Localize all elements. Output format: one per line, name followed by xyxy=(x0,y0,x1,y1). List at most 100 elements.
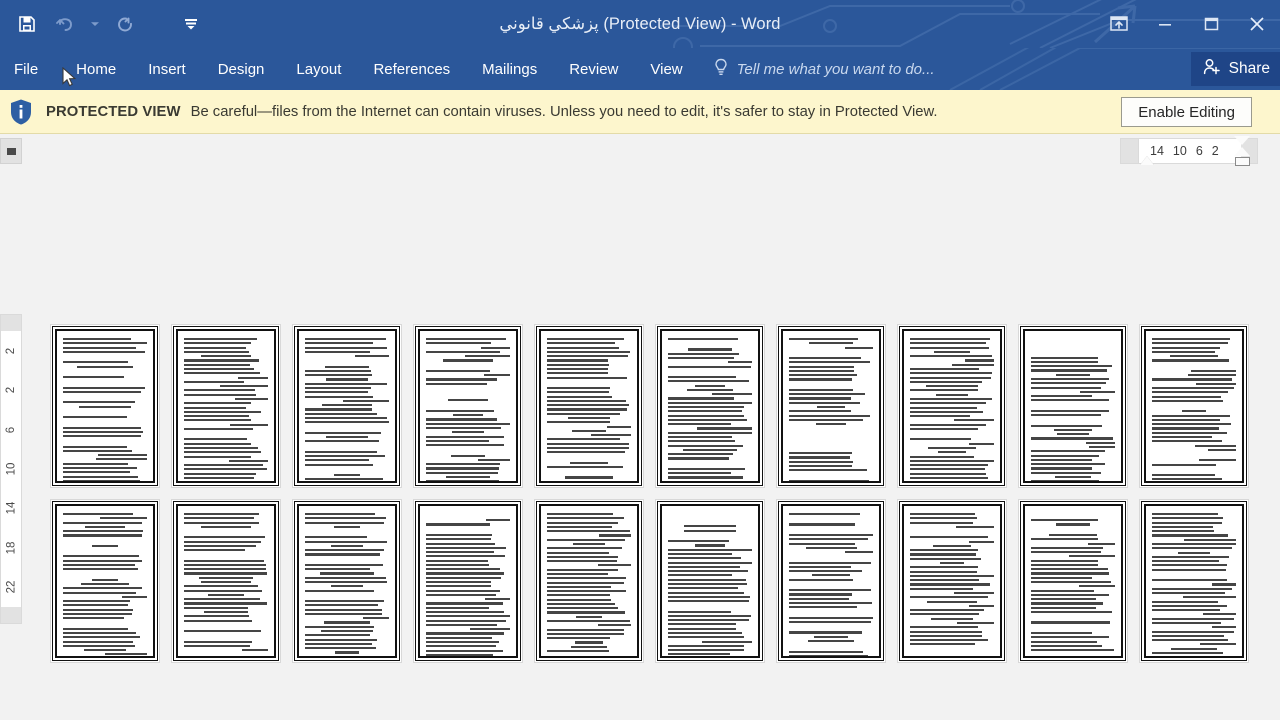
page-thumbnail[interactable] xyxy=(292,499,402,663)
text-line xyxy=(1152,587,1232,590)
text-line xyxy=(1152,530,1215,533)
page-thumbnail[interactable] xyxy=(1139,324,1249,488)
text-line xyxy=(910,587,974,590)
text-line xyxy=(1031,572,1109,575)
page-thumbnail[interactable] xyxy=(171,499,281,663)
text-line xyxy=(910,513,975,516)
text-line xyxy=(184,380,245,383)
text-line xyxy=(547,628,625,631)
tab-insert[interactable]: Insert xyxy=(132,48,202,90)
page-text-lines xyxy=(910,336,994,479)
redo-icon[interactable] xyxy=(106,5,144,43)
text-line xyxy=(910,432,994,436)
share-button[interactable]: Share xyxy=(1190,52,1280,86)
tab-layout[interactable]: Layout xyxy=(280,48,357,90)
document-workspace[interactable]: 14 10 6 2 2 2 6 10 14 18 22 xyxy=(0,134,1280,720)
page-thumbnail[interactable] xyxy=(1139,499,1249,663)
text-line xyxy=(1031,360,1099,363)
page-thumbnail[interactable] xyxy=(776,324,886,488)
text-line xyxy=(208,593,244,596)
text-line xyxy=(63,361,129,364)
text-line xyxy=(668,406,744,409)
text-line xyxy=(426,435,505,438)
text-line xyxy=(910,613,979,616)
text-line xyxy=(811,574,851,577)
text-line xyxy=(305,513,375,516)
left-indent-marker[interactable] xyxy=(1140,156,1154,165)
text-line xyxy=(668,570,749,573)
text-line xyxy=(547,342,616,345)
tell-me-search[interactable]: Tell me what you want to do... xyxy=(699,48,935,90)
close-icon[interactable] xyxy=(1234,4,1280,44)
page-thumbnail[interactable] xyxy=(534,324,644,488)
page-thumbnail[interactable] xyxy=(50,499,160,663)
text-line xyxy=(1031,598,1096,601)
page-thumbnail[interactable] xyxy=(1018,324,1128,488)
enable-editing-button[interactable]: Enable Editing xyxy=(1121,97,1252,127)
page-thumbnail[interactable] xyxy=(292,324,402,488)
text-line xyxy=(305,338,387,341)
save-icon[interactable] xyxy=(8,5,46,43)
text-line xyxy=(668,365,751,368)
page-thumbnail[interactable] xyxy=(776,499,886,663)
undo-icon[interactable] xyxy=(46,5,84,43)
text-line xyxy=(305,463,374,466)
text-line xyxy=(184,540,262,543)
quick-access-toolbar[interactable] xyxy=(0,0,210,48)
text-line xyxy=(1031,626,1115,630)
tab-review[interactable]: Review xyxy=(553,48,634,90)
page-thumbnail-grid[interactable] xyxy=(50,324,1249,663)
page-thumbnail[interactable] xyxy=(897,499,1007,663)
hanging-indent-marker[interactable] xyxy=(1234,147,1250,156)
text-line xyxy=(1031,581,1112,584)
text-line xyxy=(547,555,619,558)
page-content xyxy=(1020,501,1126,661)
undo-dropdown-icon[interactable] xyxy=(84,5,106,43)
window-controls[interactable] xyxy=(1096,0,1280,48)
text-line xyxy=(1031,631,1093,635)
text-line xyxy=(1031,568,1109,571)
tab-view[interactable]: View xyxy=(634,48,698,90)
page-thumbnail[interactable] xyxy=(534,499,644,663)
text-line xyxy=(789,616,873,619)
page-thumbnail[interactable] xyxy=(655,324,765,488)
right-indent-markers[interactable] xyxy=(1234,136,1250,166)
text-line xyxy=(910,438,971,441)
restore-icon[interactable] xyxy=(1188,4,1234,44)
page-content xyxy=(536,326,642,486)
ribbon-display-options-icon[interactable] xyxy=(1096,4,1142,44)
text-line xyxy=(63,621,147,625)
tab-stop-selector[interactable] xyxy=(0,138,22,164)
page-content xyxy=(1020,326,1126,486)
text-line xyxy=(486,519,510,522)
text-line xyxy=(95,458,147,461)
text-line xyxy=(92,544,118,547)
text-line xyxy=(910,574,994,577)
page-thumbnail[interactable] xyxy=(1018,499,1128,663)
page-thumbnail[interactable] xyxy=(171,324,281,488)
text-line xyxy=(1031,653,1115,656)
first-line-indent-marker[interactable] xyxy=(1234,136,1250,145)
text-line xyxy=(63,395,147,399)
text-line xyxy=(63,608,133,611)
tab-file[interactable]: File xyxy=(0,48,60,90)
tab-mailings[interactable]: Mailings xyxy=(466,48,553,90)
text-line xyxy=(910,380,982,383)
vertical-ruler[interactable]: 2 2 6 10 14 18 22 xyxy=(0,314,22,624)
page-thumbnail[interactable] xyxy=(413,499,523,663)
tab-references[interactable]: References xyxy=(357,48,466,90)
page-thumbnail[interactable] xyxy=(897,324,1007,488)
page-thumbnail[interactable] xyxy=(655,499,765,663)
text-line xyxy=(1152,547,1232,550)
customize-quick-access-icon[interactable] xyxy=(172,5,210,43)
right-indent-box-marker[interactable] xyxy=(1234,157,1250,166)
text-line xyxy=(1152,395,1222,398)
page-thumbnail[interactable] xyxy=(50,324,160,488)
tab-design[interactable]: Design xyxy=(202,48,281,90)
page-thumbnail[interactable] xyxy=(413,324,523,488)
page-text-lines xyxy=(184,511,268,656)
text-line xyxy=(235,397,268,401)
text-line xyxy=(1152,513,1219,516)
text-line xyxy=(1152,418,1220,421)
minimize-icon[interactable] xyxy=(1142,4,1188,44)
